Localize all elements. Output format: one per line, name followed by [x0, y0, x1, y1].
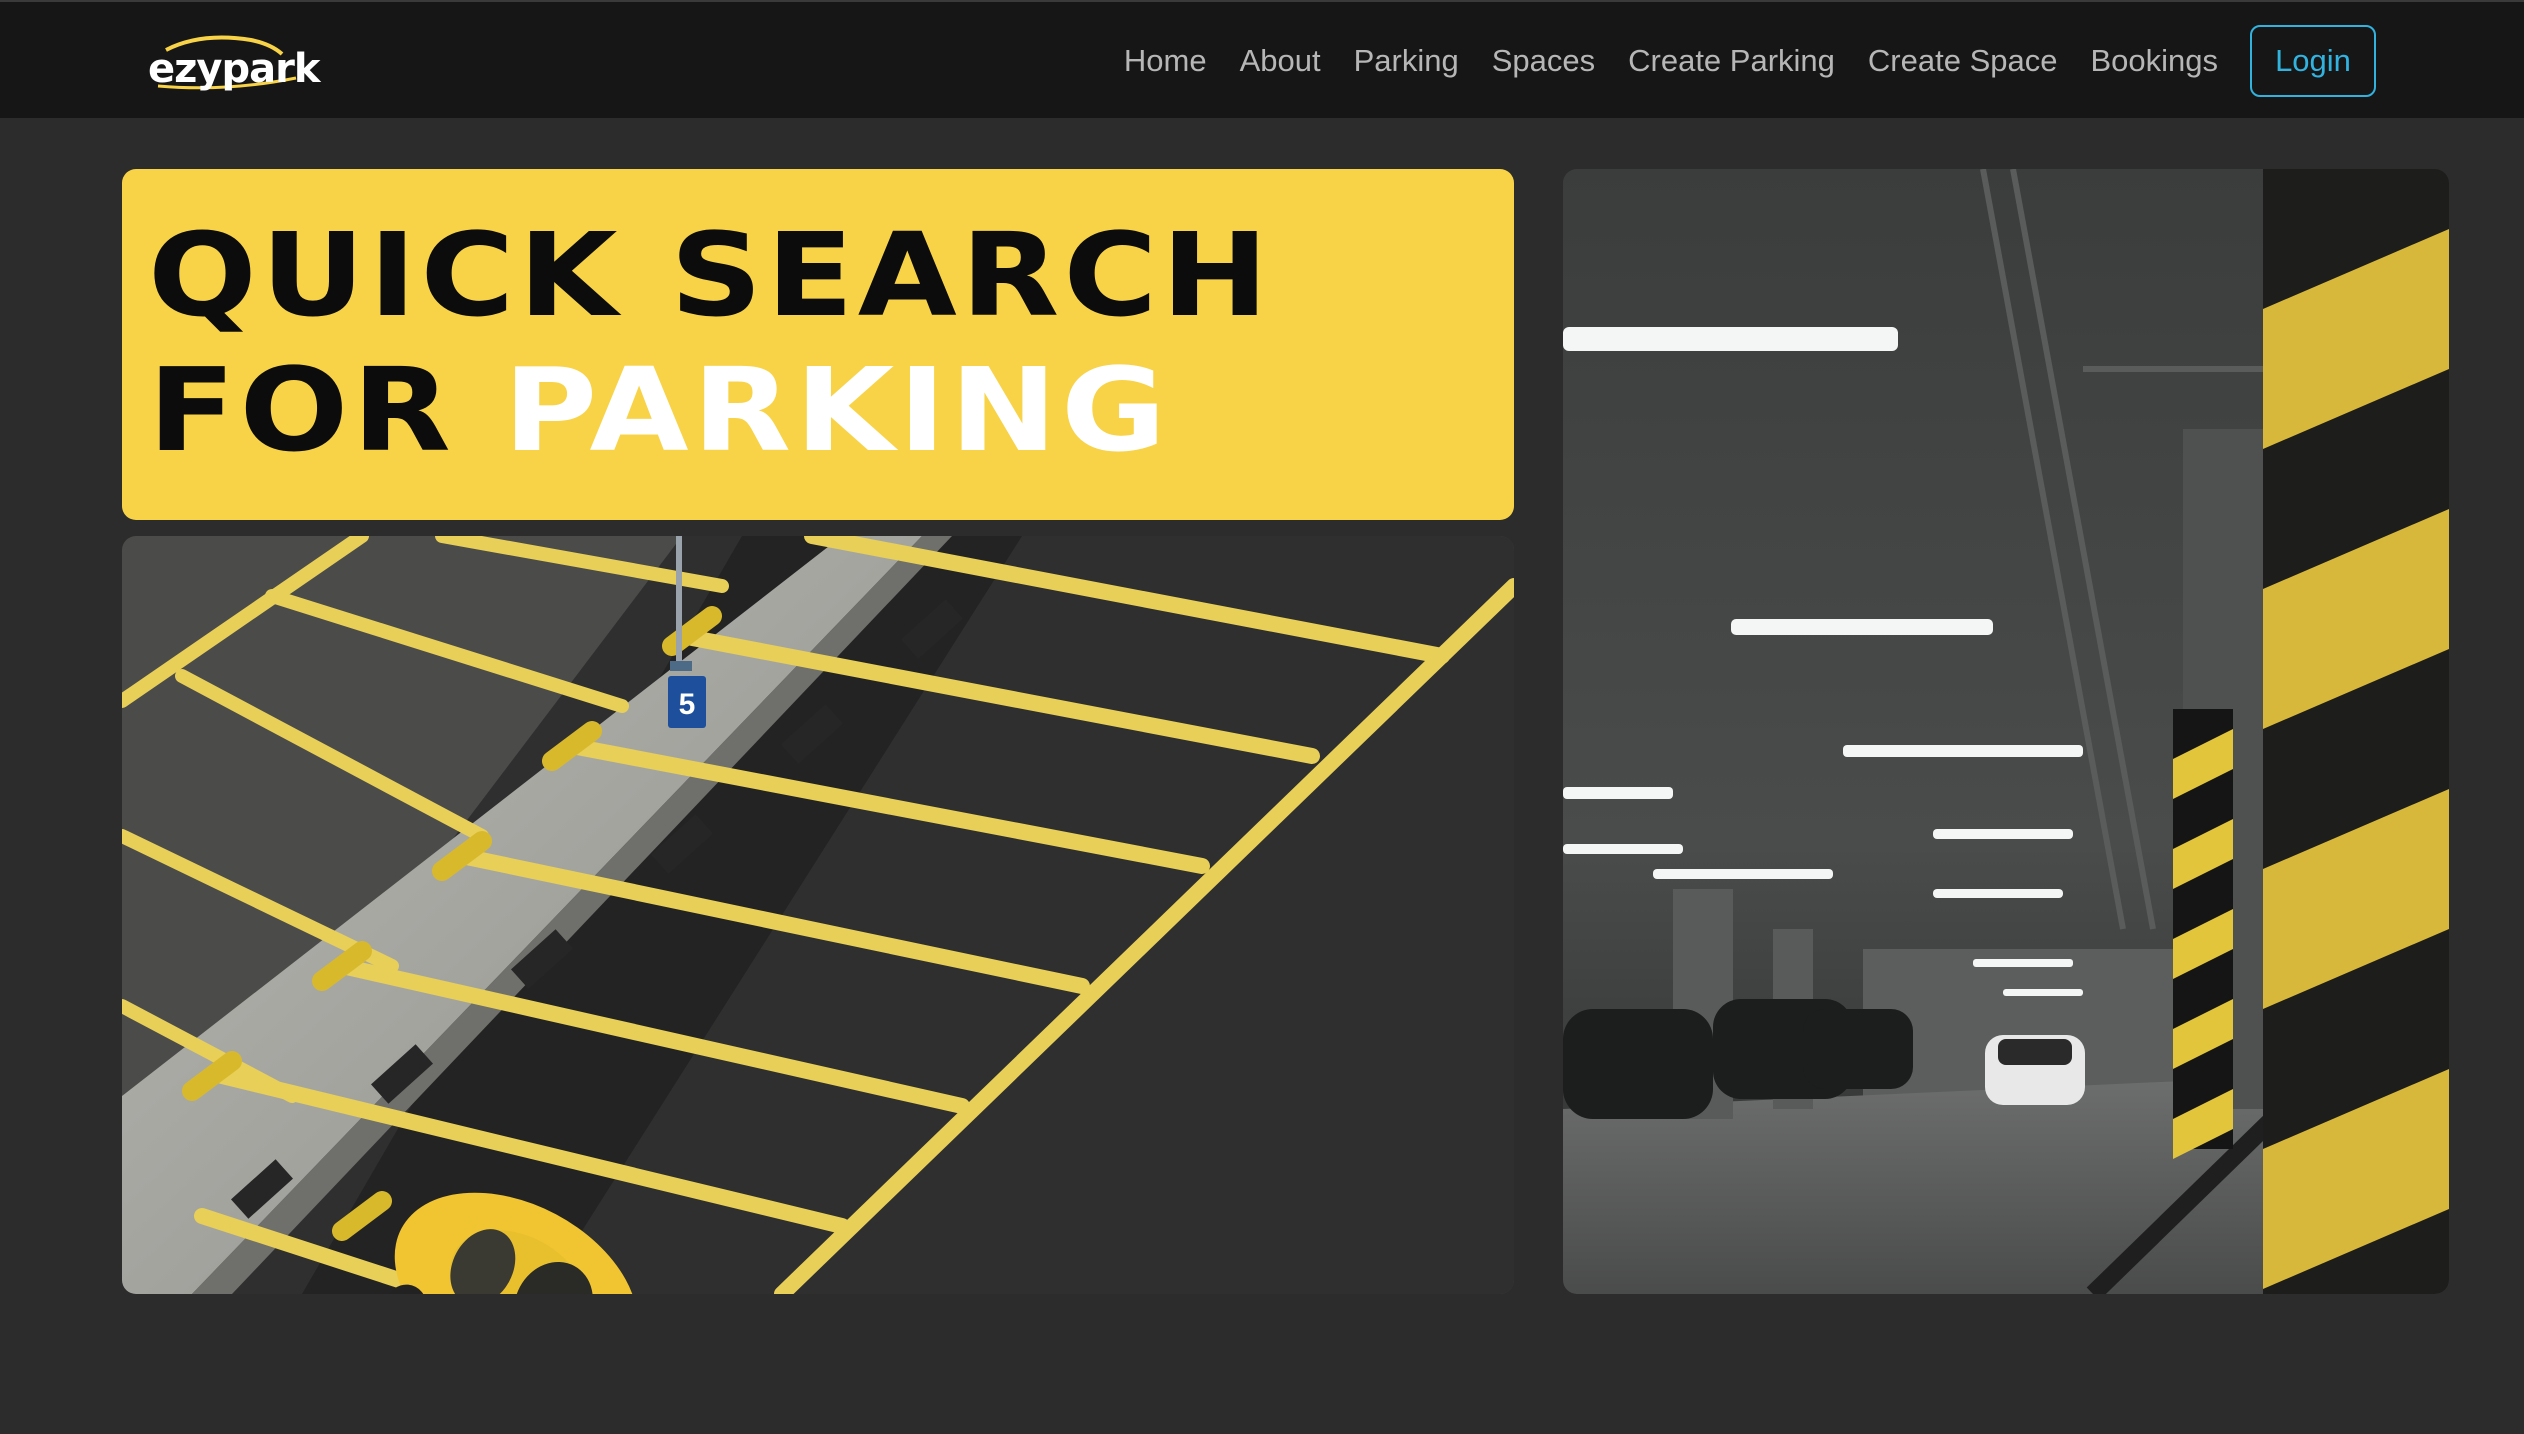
brand-name: ezypark	[148, 46, 320, 92]
login-button[interactable]: Login	[2250, 25, 2376, 97]
nav-spaces[interactable]: Spaces	[1492, 43, 1595, 79]
nav-bookings[interactable]: Bookings	[2090, 43, 2218, 79]
hero-title-line2-prefix: FOR	[148, 344, 504, 479]
underground-garage-image	[1563, 169, 2449, 1294]
nav-parking[interactable]: Parking	[1354, 43, 1459, 79]
nav-create-parking[interactable]: Create Parking	[1628, 43, 1835, 79]
navbar: ezypark Home About Parking Spaces Create…	[0, 0, 2524, 118]
brand-logo[interactable]: ezypark	[146, 32, 320, 94]
hero-banner: QUICK SEARCH FOR PARKING	[122, 169, 1514, 520]
nav-about[interactable]: About	[1240, 43, 1321, 79]
nav-links: Home About Parking Spaces Create Parking…	[1091, 2, 2376, 120]
hero-title-highlight: PARKING	[503, 344, 1171, 479]
parking-lot-aerial-image: 5	[122, 536, 1514, 1294]
nav-home[interactable]: Home	[1124, 43, 1207, 79]
hero-title-line1: QUICK SEARCH	[148, 209, 1273, 344]
level-sign-number: 5	[679, 688, 696, 721]
hero-title: QUICK SEARCH FOR PARKING	[148, 209, 1272, 479]
nav-create-space[interactable]: Create Space	[1868, 43, 2058, 79]
